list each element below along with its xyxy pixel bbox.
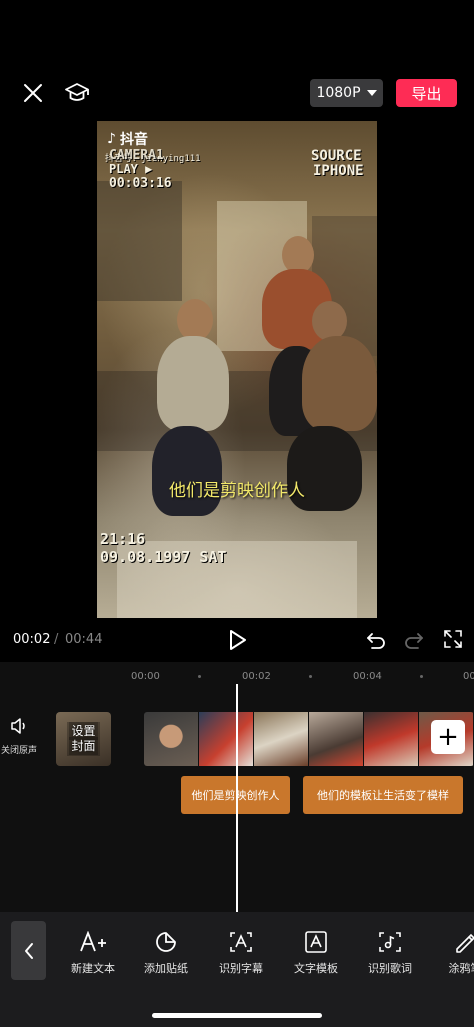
- overlay-clock: 21:16: [100, 530, 146, 548]
- ruler-label: 00:02: [242, 671, 271, 682]
- cover-label: 设置 封面: [67, 722, 100, 756]
- ruler-label: 00:04: [353, 671, 382, 682]
- tool-label: 识别歌词: [368, 962, 412, 975]
- ruler-label: 00: [463, 671, 474, 682]
- close-button[interactable]: [14, 74, 52, 112]
- video-track[interactable]: [144, 712, 474, 766]
- time-separator: /: [54, 632, 59, 647]
- fullscreen-icon: [444, 630, 462, 648]
- caption-recognize-icon: [206, 930, 276, 954]
- bottom-toolbar: 新建文本 添加贴纸 识别字幕 文字模板 识别歌词 涂鸦笔: [0, 912, 474, 1027]
- cover-label-line2: 封面: [69, 737, 98, 755]
- resolution-label: 1080P: [316, 85, 361, 101]
- brush-tool[interactable]: 涂鸦笔: [430, 930, 474, 976]
- tool-label: 添加贴纸: [144, 962, 188, 975]
- add-sticker-tool[interactable]: 添加贴纸: [131, 930, 201, 976]
- playhead[interactable]: [236, 684, 238, 912]
- home-indicator: [152, 1013, 322, 1018]
- tool-label: 新建文本: [71, 962, 115, 975]
- mute-original-audio-button[interactable]: 关闭原声: [0, 717, 38, 757]
- ruler-tick: [309, 675, 312, 678]
- recognize-lyrics-tool[interactable]: 识别歌词: [355, 930, 425, 976]
- text-template-icon: [281, 930, 351, 954]
- tool-label: 涂鸦笔: [448, 962, 474, 975]
- brush-icon: [430, 930, 474, 954]
- new-text-tool[interactable]: 新建文本: [58, 930, 128, 976]
- text-clip[interactable]: 他们的模板让生活变了模样: [303, 776, 463, 814]
- text-add-icon: [58, 930, 128, 954]
- add-clip-button[interactable]: +: [431, 720, 465, 754]
- lyrics-recognize-icon: [355, 930, 425, 954]
- play-text: PLAY ▶: [109, 162, 153, 176]
- tool-label: 文字模板: [294, 962, 338, 975]
- play-icon: [230, 630, 246, 650]
- tiktok-logo-icon: ♪: [107, 131, 116, 147]
- overlay-date: 09.08.1997 SAT: [100, 548, 227, 566]
- tape-time: 00:03:16: [109, 176, 172, 191]
- device-text: IPHONE: [313, 163, 364, 179]
- total-time: 00:44: [65, 632, 103, 647]
- redo-button[interactable]: [404, 630, 424, 650]
- clip-thumbnail: [364, 712, 419, 766]
- export-button[interactable]: 导出: [396, 79, 457, 107]
- ruler-label: 00:00: [131, 671, 160, 682]
- video-preview[interactable]: ♪ 抖音 抖音号：jianying111 CAMERA1 PLAY ▶ 00:0…: [97, 121, 377, 618]
- set-cover-button[interactable]: 设置 封面: [56, 712, 111, 766]
- tiktok-watermark: ♪ 抖音: [107, 131, 148, 148]
- back-button[interactable]: [11, 921, 46, 980]
- plus-icon: +: [437, 722, 459, 752]
- video-subtitle[interactable]: 他们是剪映创作人: [97, 476, 377, 501]
- undo-icon: [367, 633, 385, 649]
- fullscreen-button[interactable]: [444, 630, 462, 648]
- ruler-tick: [198, 675, 201, 678]
- auto-caption-tool[interactable]: 识别字幕: [206, 930, 276, 976]
- speaker-icon: [11, 718, 25, 734]
- camera-text: CAMERA1: [109, 148, 164, 163]
- close-icon: [24, 84, 42, 102]
- current-time: 00:02: [13, 632, 51, 647]
- chevron-left-icon: [24, 942, 33, 959]
- redo-icon: [405, 633, 423, 649]
- tool-label: 识别字幕: [219, 962, 263, 975]
- graduation-cap-icon: [65, 83, 89, 101]
- sticker-icon: [131, 930, 201, 954]
- clip-thumbnail: [254, 712, 309, 766]
- ruler-tick: [420, 675, 423, 678]
- source-text: SOURCE: [311, 148, 362, 164]
- resolution-dropdown[interactable]: 1080P: [310, 79, 383, 107]
- undo-button[interactable]: [366, 630, 386, 650]
- clip-thumbnail: [309, 712, 364, 766]
- mute-label: 关闭原声: [0, 746, 37, 756]
- text-template-tool[interactable]: 文字模板: [281, 930, 351, 976]
- play-button[interactable]: [226, 628, 248, 652]
- tutorial-button[interactable]: [58, 74, 96, 112]
- clip-thumbnail: [199, 712, 254, 766]
- chevron-down-icon: [366, 90, 377, 96]
- clip-thumbnail: [144, 712, 199, 766]
